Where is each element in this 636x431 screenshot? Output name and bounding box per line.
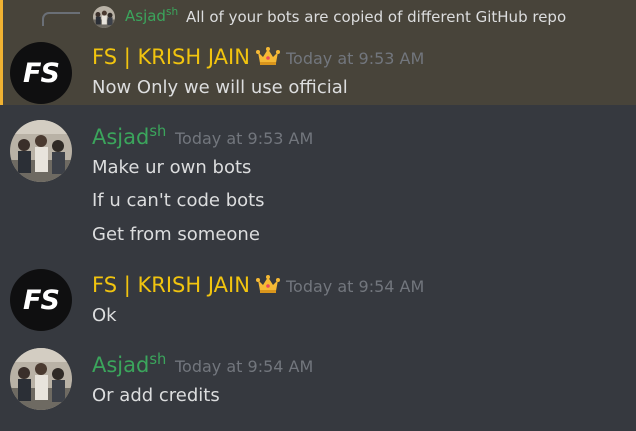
timestamp[interactable]: Today at 9:54 AM [286,277,424,297]
timestamp[interactable]: Today at 9:53 AM [175,129,313,149]
message-text: Make ur own bots [92,157,252,178]
crown-icon [255,274,280,300]
reply-connector [42,12,80,26]
message-text: Get from someone [92,224,260,245]
avatar[interactable]: FS [10,269,72,331]
user-photo-icon [10,120,72,182]
timestamp[interactable]: Today at 9:54 AM [175,357,313,377]
message-text: Now Only we will use official [92,77,348,98]
timestamp[interactable]: Today at 9:53 AM [286,49,424,69]
message-text: If u can't code bots [92,190,265,211]
reply-avatar[interactable] [93,6,115,28]
fs-logo-text: FS [23,57,60,89]
author-name[interactable]: Asjadsh [92,124,166,150]
avatar[interactable] [10,348,72,410]
crown-icon [255,46,280,72]
avatar[interactable] [10,120,72,182]
user-photo-icon [10,348,72,410]
reply-author[interactable]: Asjadsh [125,6,178,26]
author-name[interactable]: Asjadsh [92,352,166,378]
fs-logo-text: FS [23,284,60,316]
author-name[interactable]: FS | KRISH JAIN [92,272,280,300]
author-name[interactable]: FS | KRISH JAIN [92,44,280,72]
reply-text[interactable]: All of your bots are copied of different… [186,7,566,27]
message-text: Or add credits [92,385,220,406]
mention-highlight-bar [0,0,3,105]
avatar[interactable]: FS [10,42,72,104]
user-photo-icon [93,6,115,28]
message-text: Ok [92,305,117,326]
